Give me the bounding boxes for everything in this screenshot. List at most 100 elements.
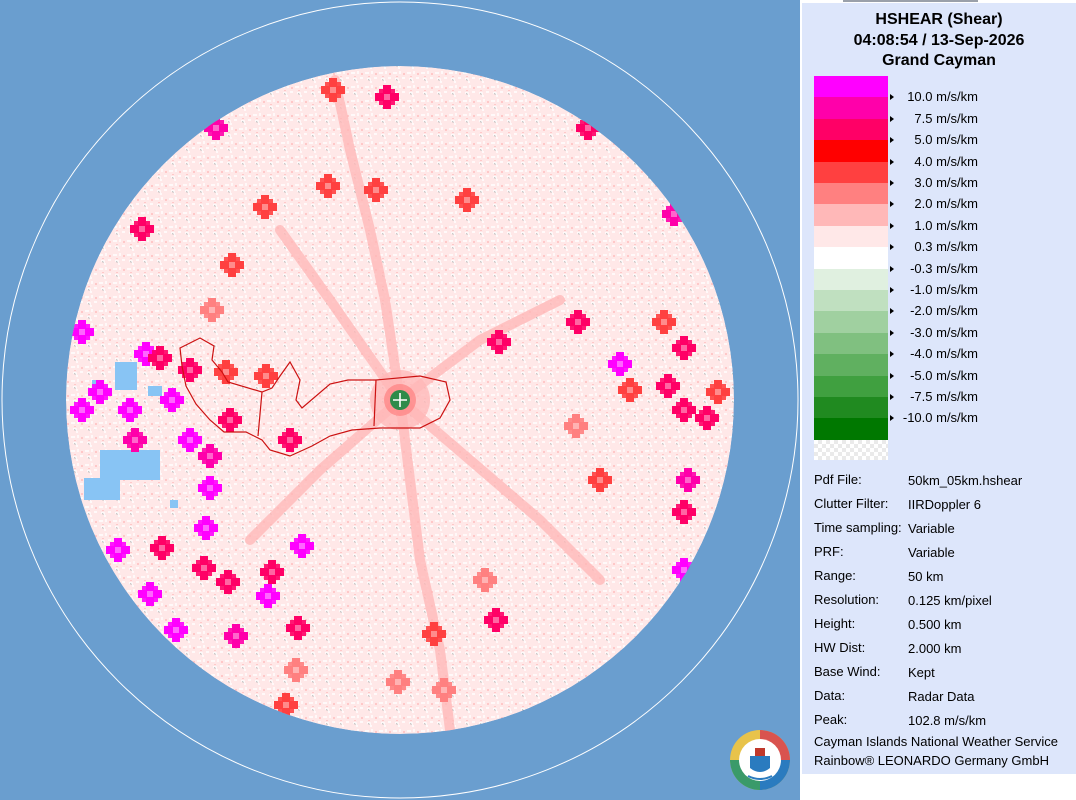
legend-label: -0.3 m/s/km bbox=[910, 260, 978, 276]
cell-highlight bbox=[330, 87, 336, 93]
legend-swatch bbox=[814, 311, 888, 334]
cell-highlight bbox=[665, 383, 671, 389]
radar-site-marker bbox=[390, 390, 410, 410]
cell-highlight bbox=[661, 319, 667, 325]
legend-tick-icon bbox=[890, 158, 894, 165]
clutter-patch bbox=[115, 362, 137, 390]
service-credit: Cayman Islands National Weather Service bbox=[814, 734, 1058, 749]
cell-highlight bbox=[207, 453, 213, 459]
legend-label: 4.0 m/s/km bbox=[914, 153, 978, 169]
legend-tick-icon bbox=[890, 394, 894, 400]
cell-highlight bbox=[159, 545, 165, 551]
legend-label: 0.3 m/s/km bbox=[914, 239, 978, 255]
clutter-patch bbox=[170, 500, 178, 508]
cell-highlight bbox=[585, 125, 591, 131]
cell-highlight bbox=[431, 631, 437, 637]
cell-highlight bbox=[573, 423, 579, 429]
cell-highlight bbox=[575, 319, 581, 325]
cell-highlight bbox=[132, 437, 138, 443]
cell-highlight bbox=[493, 617, 499, 623]
radar-image bbox=[1, 1, 799, 799]
cell-highlight bbox=[187, 437, 193, 443]
cell-highlight bbox=[373, 187, 379, 193]
legend-tick-icon bbox=[890, 115, 894, 122]
legend-swatch bbox=[814, 161, 888, 184]
legend-label: -7.5 m/s/km bbox=[910, 389, 978, 404]
legend-label: 2.0 m/s/km bbox=[914, 196, 978, 212]
legend-tick-icon bbox=[890, 372, 894, 379]
cell-highlight bbox=[139, 226, 145, 232]
info-value: 0.125 km/pixel bbox=[908, 593, 992, 608]
legend-tick-icon bbox=[890, 180, 894, 186]
cell-highlight bbox=[283, 702, 289, 708]
cell-highlight bbox=[213, 125, 219, 131]
nws-logo-icon bbox=[730, 730, 790, 790]
legend-label: 3.0 m/s/km bbox=[914, 175, 978, 190]
info-value: Variable bbox=[908, 521, 955, 536]
cell-highlight bbox=[79, 329, 85, 335]
cell-highlight bbox=[464, 197, 470, 203]
cell-highlight bbox=[293, 667, 299, 673]
legend-swatch bbox=[814, 97, 888, 120]
cell-highlight bbox=[262, 204, 268, 210]
legend-swatch bbox=[814, 418, 888, 441]
info-label: Clutter Filter: bbox=[814, 496, 889, 511]
legend-swatch bbox=[814, 397, 888, 419]
vendor-credit: Rainbow® LEONARDO Germany GmbH bbox=[814, 753, 1049, 768]
legend-label: -10.0 m/s/km bbox=[902, 410, 978, 426]
info-label: Resolution: bbox=[814, 592, 880, 607]
info-value: 0.500 km bbox=[908, 617, 962, 632]
legend-label: -3.0 m/s/km bbox=[910, 324, 978, 340]
legend-tick-icon bbox=[890, 351, 894, 358]
panel-top-line bbox=[843, 0, 978, 2]
timestamp: 04:08:54 / 13-Sep-2026 bbox=[853, 32, 1025, 49]
legend-label: 10.0 m/s/km bbox=[907, 89, 978, 105]
cell-highlight bbox=[395, 679, 401, 685]
cell-highlight bbox=[685, 477, 691, 483]
legend-tick-icon bbox=[890, 137, 894, 144]
cell-highlight bbox=[617, 361, 623, 367]
info-label: HW Dist: bbox=[814, 640, 866, 655]
cell-highlight bbox=[441, 687, 447, 693]
cell-highlight bbox=[269, 569, 275, 575]
info-label: Base Wind: bbox=[814, 664, 881, 679]
cell-highlight bbox=[287, 437, 293, 443]
info-value: Radar Data bbox=[908, 689, 975, 704]
cell-highlight bbox=[681, 509, 687, 515]
info-label: Height: bbox=[814, 616, 856, 631]
cell-highlight bbox=[127, 407, 133, 413]
info-label: PRF: bbox=[814, 544, 844, 559]
cell-highlight bbox=[299, 543, 305, 549]
legend-tick-icon bbox=[890, 265, 894, 272]
cell-highlight bbox=[671, 211, 677, 217]
info-label: Peak: bbox=[814, 712, 848, 727]
legend-tick-icon bbox=[890, 94, 894, 101]
cell-highlight bbox=[229, 262, 235, 268]
product-title: HSHEAR (Shear) bbox=[875, 11, 1003, 28]
legend-swatch bbox=[814, 290, 888, 312]
legend-swatch bbox=[814, 140, 888, 163]
info-value: Variable bbox=[908, 545, 955, 560]
legend-swatch bbox=[814, 204, 888, 227]
legend-swatch bbox=[814, 268, 888, 291]
info-value: Kept bbox=[908, 665, 935, 680]
cell-highlight bbox=[681, 567, 687, 573]
info-value: 102.8 m/s/km bbox=[908, 713, 987, 728]
cell-highlight bbox=[233, 633, 239, 639]
cell-highlight bbox=[384, 94, 390, 100]
info-value: 2.000 km bbox=[908, 641, 962, 656]
legend-label: -1.0 m/s/km bbox=[910, 282, 978, 297]
legend-tick-icon bbox=[890, 244, 894, 251]
legend-label: -2.0 m/s/km bbox=[910, 303, 978, 319]
clutter-patch bbox=[100, 450, 160, 480]
cell-highlight bbox=[597, 477, 603, 483]
cell-highlight bbox=[496, 339, 502, 345]
cell-highlight bbox=[207, 485, 213, 491]
legend-tick-icon bbox=[890, 415, 894, 422]
legend-label: 1.0 m/s/km bbox=[914, 217, 978, 233]
cell-highlight bbox=[79, 407, 85, 413]
cell-highlight bbox=[225, 579, 231, 585]
legend-swatch bbox=[814, 225, 888, 248]
cell-highlight bbox=[482, 577, 488, 583]
info-label: Time sampling: bbox=[814, 520, 902, 535]
